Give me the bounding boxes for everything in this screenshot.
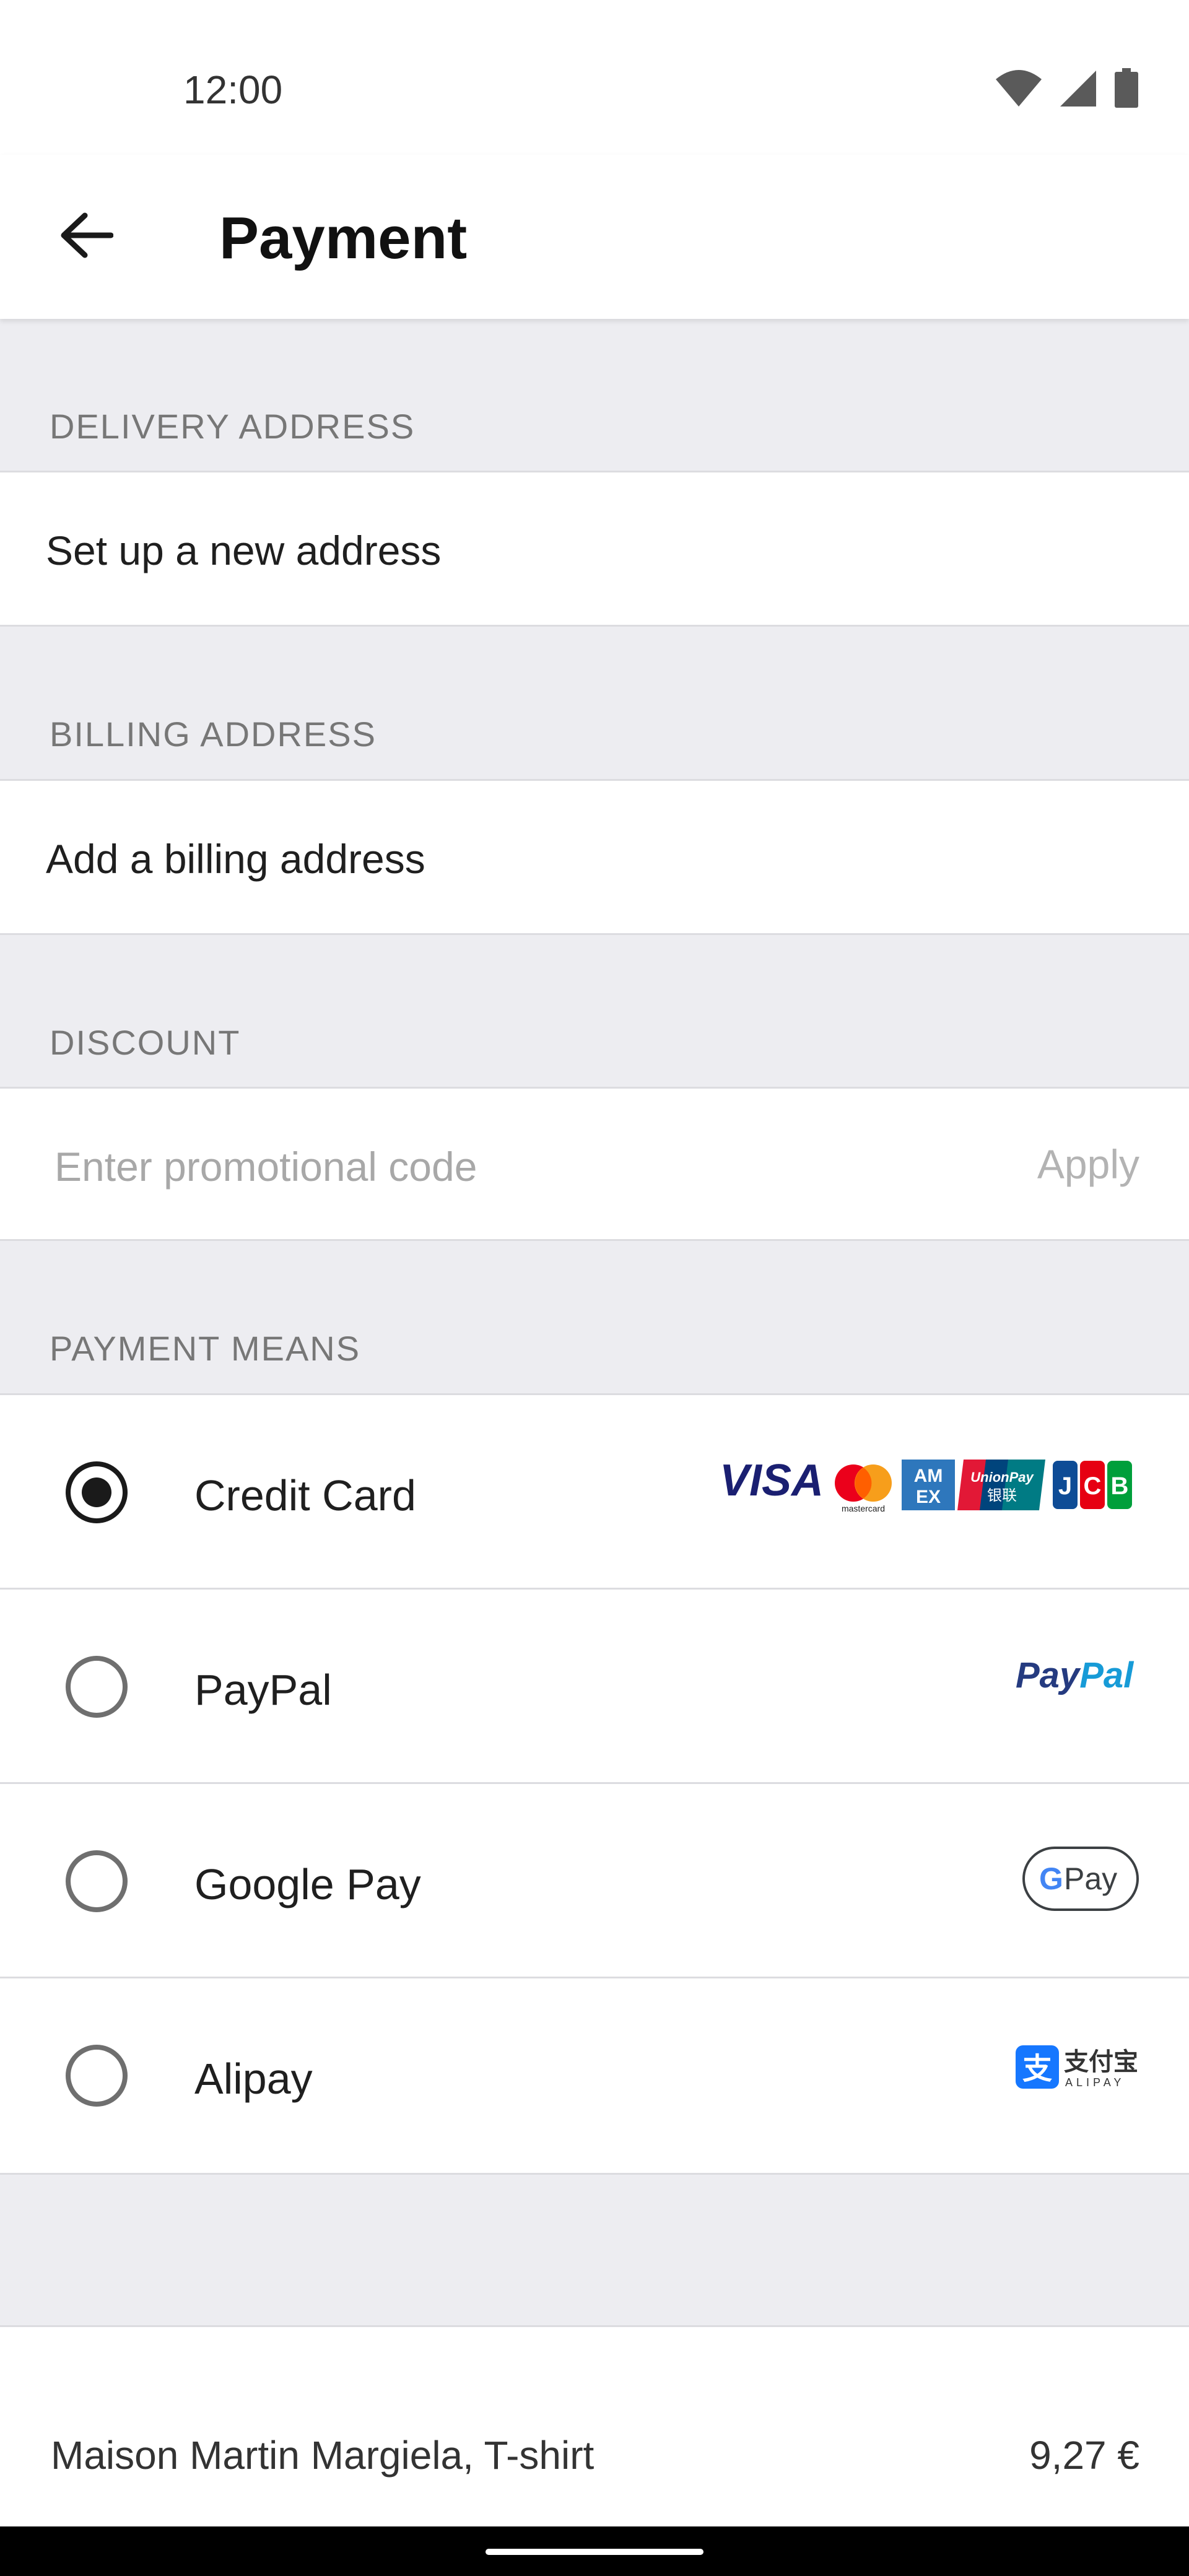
svg-text:支: 支	[1022, 2052, 1052, 2086]
payment-option-google-pay[interactable]: Google Pay G Pay	[0, 1784, 1189, 1978]
back-button[interactable]	[50, 198, 124, 272]
set-up-address-label: Set up a new address	[46, 528, 442, 573]
svg-text:G: G	[1039, 1861, 1063, 1896]
status-icons	[995, 68, 1139, 109]
arrow-left-icon	[61, 212, 113, 258]
product-name: Maison Martin Margiela, T-shirt	[51, 2433, 594, 2478]
status-time: 12:00	[183, 67, 283, 112]
payment-option-paypal[interactable]: PayPal PayPal	[0, 1590, 1189, 1784]
svg-text:J: J	[1058, 1473, 1072, 1500]
radio-button[interactable]	[66, 1656, 128, 1718]
mastercard-logo: mastercard	[835, 1464, 892, 1513]
apply-button[interactable]: Apply	[1037, 1141, 1139, 1188]
payment-means-list: Credit Card VISA mastercard AM EX UnionP…	[0, 1393, 1189, 2175]
svg-text:Pay: Pay	[1064, 1861, 1117, 1896]
set-up-address-row[interactable]: Set up a new address	[0, 471, 1189, 627]
payment-option-credit-card[interactable]: Credit Card VISA mastercard AM EX UnionP…	[0, 1395, 1189, 1590]
payment-option-label: Credit Card	[194, 1471, 416, 1520]
radio-button[interactable]	[66, 1850, 128, 1912]
svg-text:ALIPAY: ALIPAY	[1065, 2076, 1125, 2089]
svg-text:支付宝: 支付宝	[1064, 2048, 1138, 2076]
billing-address-header: BILLING ADDRESS	[50, 715, 377, 754]
order-summary: Maison Martin Margiela, T-shirt 9,27 €	[0, 2325, 1189, 2526]
amex-logo: AM EX	[902, 1460, 955, 1510]
product-price: 9,27 €	[1029, 2433, 1139, 2478]
delivery-address-header: DELIVERY ADDRESS	[50, 407, 416, 446]
discount-header: DISCOUNT	[50, 1023, 241, 1062]
promo-code-row: Apply	[0, 1087, 1189, 1241]
svg-text:AM: AM	[914, 1466, 943, 1486]
battery-icon	[1115, 68, 1138, 108]
radio-button-selected[interactable]	[66, 1461, 128, 1523]
add-billing-address-label: Add a billing address	[46, 836, 425, 882]
unionpay-logo: UnionPay 银联	[957, 1460, 1045, 1510]
payment-option-label: Alipay	[194, 2055, 313, 2103]
home-indicator[interactable]	[486, 2549, 703, 2555]
credit-card-logos: VISA mastercard AM EX UnionPay 银联 J C B	[718, 1457, 1139, 1513]
jcb-logo: J C B	[1053, 1461, 1132, 1509]
navigation-bar	[0, 2526, 1189, 2576]
payment-option-label: PayPal	[194, 1666, 332, 1714]
svg-text:PayPal: PayPal	[1016, 1655, 1135, 1695]
status-bar: 12:00	[0, 0, 1189, 155]
radio-button[interactable]	[66, 2045, 128, 2107]
app-bar: Payment	[0, 155, 1189, 319]
page-title: Payment	[219, 205, 468, 271]
payment-means-header: PAYMENT MEANS	[50, 1329, 361, 1368]
svg-text:B: B	[1111, 1473, 1129, 1500]
add-billing-address-row[interactable]: Add a billing address	[0, 779, 1189, 935]
svg-text:C: C	[1084, 1473, 1102, 1500]
payment-option-alipay[interactable]: Alipay 支 支付宝 ALIPAY	[0, 1978, 1189, 2173]
google-pay-logo: G Pay	[1022, 1846, 1139, 1912]
paypal-logo: PayPal	[1016, 1651, 1139, 1701]
signal-icon	[1060, 71, 1096, 107]
svg-text:VISA: VISA	[720, 1457, 824, 1505]
svg-text:UnionPay: UnionPay	[970, 1469, 1034, 1485]
svg-text:EX: EX	[916, 1487, 941, 1507]
visa-logo: VISA	[720, 1457, 824, 1505]
alipay-logo: 支 支付宝 ALIPAY	[1016, 2040, 1139, 2090]
wifi-icon	[996, 70, 1042, 107]
svg-text:银联: 银联	[987, 1487, 1017, 1504]
svg-text:mastercard: mastercard	[842, 1503, 885, 1513]
promo-code-input[interactable]	[54, 1136, 921, 1198]
payment-option-label: Google Pay	[194, 1860, 421, 1908]
